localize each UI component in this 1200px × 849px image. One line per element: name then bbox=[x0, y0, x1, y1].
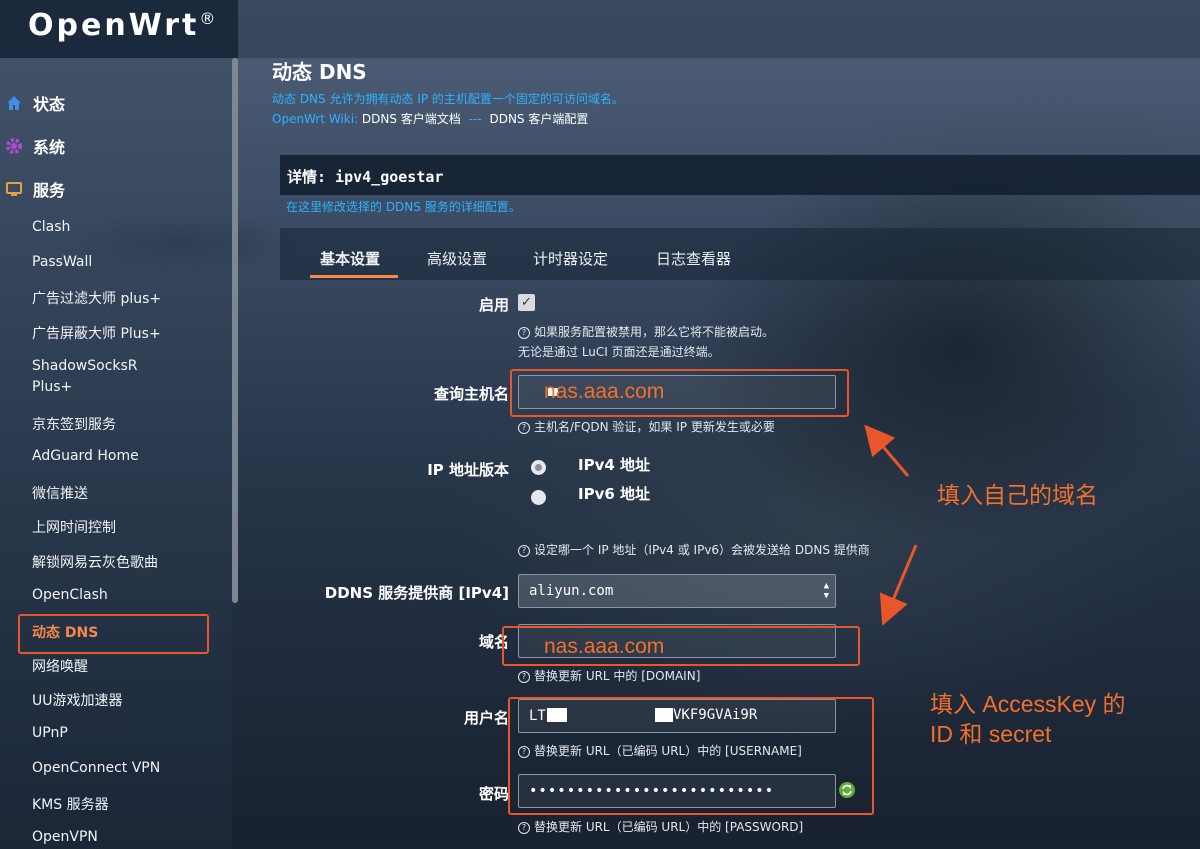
arrow-to-lookup bbox=[864, 424, 910, 477]
arrow-to-domain bbox=[879, 544, 918, 626]
annotation-arrows bbox=[864, 424, 918, 626]
